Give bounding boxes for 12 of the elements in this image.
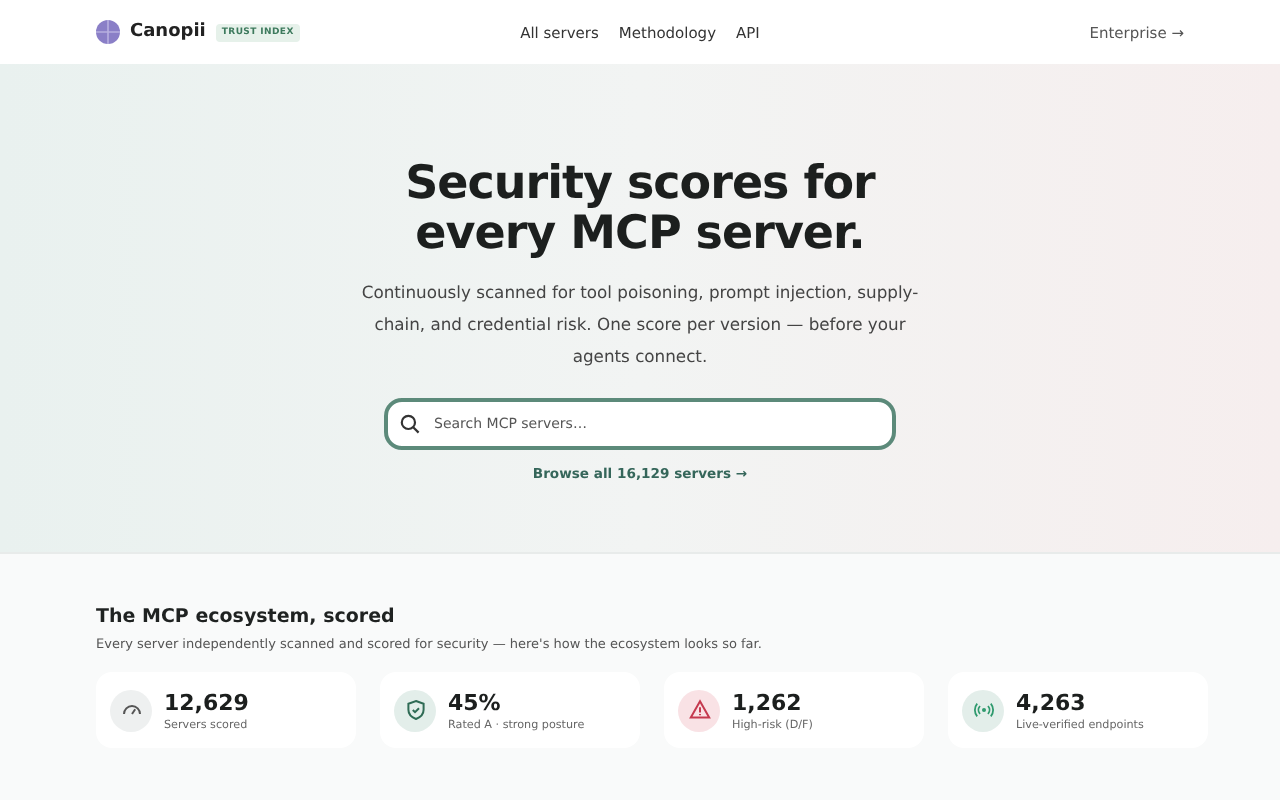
hero-subtitle: Continuously scanned for tool poisoning, prompt injection, supply-chain, and credential risk. One score per version — before your agents connect. — [360, 280, 920, 370]
warning-icon — [687, 698, 711, 722]
signal-icon — [971, 698, 995, 722]
hero-title: Security scores for every MCP server. — [403, 160, 878, 260]
logo-icon — [96, 20, 120, 44]
stat-value: 45% — [448, 689, 503, 715]
stat-value: 12,629 — [164, 689, 249, 715]
shield-icon — [403, 698, 427, 722]
brand-name[interactable]: Canopii — [130, 22, 206, 42]
stat-value: 1,262 — [732, 689, 804, 715]
stat-value: 4,263 — [1016, 689, 1088, 715]
section-title: The MCP ecosystem, scored — [96, 606, 397, 628]
